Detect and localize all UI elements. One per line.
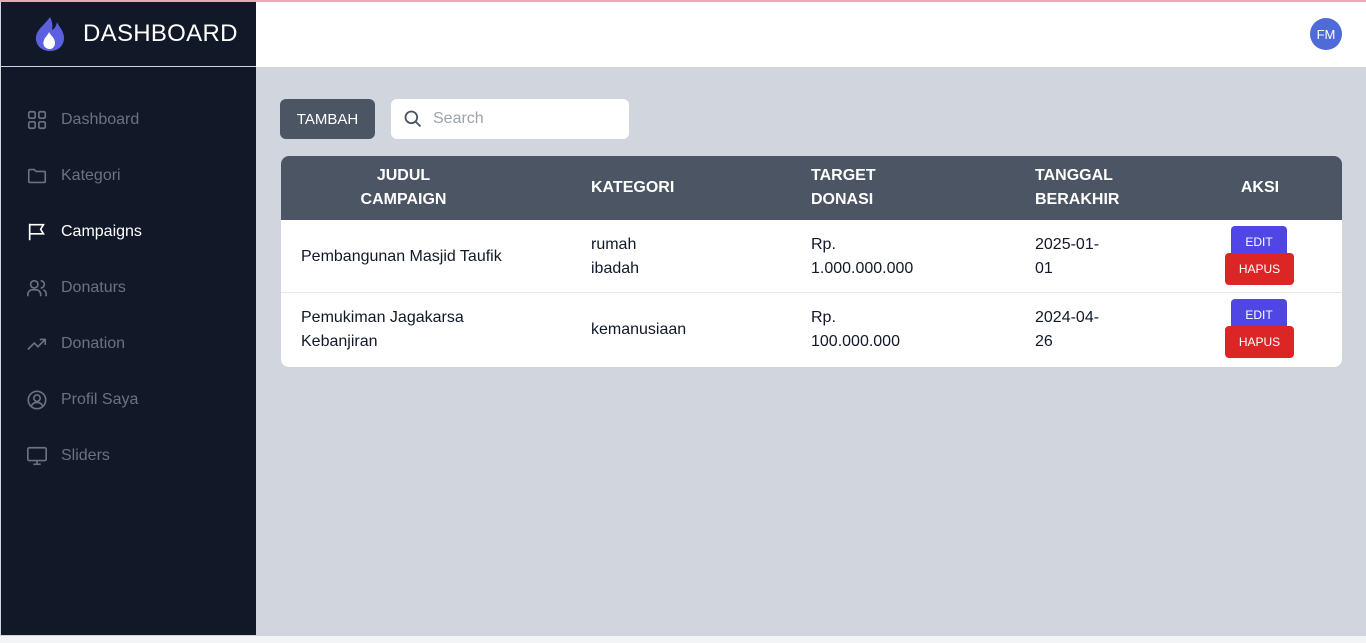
cell-kategori: rumah ibadah — [591, 220, 711, 293]
sidebar-item-donaturs[interactable]: Donaturs — [1, 260, 256, 316]
search-icon — [403, 109, 433, 129]
bottom-scrollbar[interactable] — [0, 635, 1366, 643]
header-text: CAMPAIGN — [360, 191, 447, 208]
sidebar-item-label: Kategori — [61, 167, 121, 184]
header-text: JUDUL — [376, 167, 431, 184]
search-box — [391, 99, 629, 139]
campaigns-table: JUDUL CAMPAIGN KATEGORI TARGET DONASI TANG… — [281, 156, 1342, 367]
cell-text: 01 — [1035, 259, 1053, 277]
header-text: DONASI — [811, 191, 874, 208]
users-icon — [26, 277, 48, 299]
cell-text: Rp. — [811, 308, 836, 326]
sidebar-nav: Dashboard Kategori Campaigns Donaturs Do… — [1, 92, 256, 484]
table-row: Pembangunan Masjid Taufik rumah ibadah Rp… — [281, 220, 1342, 293]
desktop-icon — [26, 445, 48, 467]
add-button[interactable]: TAMBAH — [280, 99, 375, 139]
sidebar-item-campaigns[interactable]: Campaigns — [1, 204, 256, 260]
header-text: KATEGORI — [591, 179, 675, 196]
sidebar-item-donation[interactable]: Donation — [1, 316, 256, 372]
table-header: JUDUL CAMPAIGN KATEGORI TARGET DONASI TANG… — [281, 156, 1342, 220]
header-judul-campaign: JUDUL CAMPAIGN — [301, 156, 506, 220]
cell-target: Rp. 1.000.000.000 — [811, 220, 941, 293]
cell-kategori: kemanusiaan — [591, 293, 711, 366]
sidebar-item-label: Sliders — [61, 447, 110, 464]
header-target-donasi: TARGET DONASI — [811, 156, 941, 220]
sidebar-item-label: Dashboard — [61, 111, 140, 128]
search-input[interactable] — [433, 110, 613, 128]
header-text: TARGET — [811, 167, 876, 184]
sidebar-item-sliders[interactable]: Sliders — [1, 428, 256, 484]
cell-text: Kebanjiran — [301, 332, 378, 350]
cell-judul: Pembangunan Masjid Taufik — [301, 220, 571, 293]
delete-button[interactable]: HAPUS — [1225, 253, 1294, 285]
cell-text: 26 — [1035, 332, 1053, 350]
header-text: BERAKHIR — [1035, 191, 1120, 208]
top-header: FM — [256, 2, 1366, 67]
delete-button[interactable]: HAPUS — [1225, 326, 1294, 358]
header-tanggal-berakhir: TANGGAL BERAKHIR — [1035, 156, 1119, 220]
header-text: AKSI — [1240, 179, 1280, 196]
flag-icon — [26, 221, 48, 243]
cell-text: rumah — [591, 235, 637, 253]
cell-tanggal: 2024-04- 26 — [1035, 293, 1115, 366]
sidebar-item-profil-saya[interactable]: Profil Saya — [1, 372, 256, 428]
row-actions: EDIT HAPUS — [1225, 298, 1295, 362]
cell-text: 1.000.000.000 — [811, 259, 914, 277]
sidebar: DASHBOARD Dashboard Kategori Campaigns D… — [1, 2, 256, 635]
avatar[interactable]: FM — [1310, 18, 1342, 50]
brand-title: DASHBOARD — [83, 20, 238, 47]
sidebar-item-label: Profil Saya — [61, 391, 139, 408]
header-aksi: AKSI — [1225, 156, 1295, 220]
sidebar-item-label: Donation — [61, 335, 126, 352]
cell-text: ibadah — [591, 259, 640, 277]
flame-icon — [33, 16, 67, 52]
row-actions: EDIT HAPUS — [1225, 225, 1295, 289]
cell-text: Pemukiman Jagakarsa — [301, 308, 464, 326]
cell-tanggal: 2025-01- 01 — [1035, 220, 1115, 293]
user-circle-icon — [26, 389, 48, 411]
sidebar-item-dashboard[interactable]: Dashboard — [1, 92, 256, 148]
cell-text: 100.000.000 — [811, 332, 900, 350]
sidebar-item-label: Campaigns — [61, 223, 142, 240]
sidebar-item-kategori[interactable]: Kategori — [1, 148, 256, 204]
cell-text: 2025-01- — [1035, 235, 1100, 253]
cell-target: Rp. 100.000.000 — [811, 293, 941, 366]
table-row: Pemukiman Jagakarsa Kebanjiran kemanusiaa… — [281, 293, 1342, 366]
header-kategori: KATEGORI — [591, 156, 711, 220]
cell-text: 2024-04- — [1035, 308, 1100, 326]
grid-icon — [26, 109, 48, 131]
cell-judul: Pemukiman Jagakarsa Kebanjiran — [301, 293, 571, 366]
trending-up-icon — [26, 333, 48, 355]
header-text: TANGGAL — [1035, 167, 1113, 184]
brand[interactable]: DASHBOARD — [1, 2, 256, 67]
cell-text: kemanusiaan — [591, 320, 687, 338]
cell-text: Pembangunan Masjid Taufik — [301, 247, 502, 265]
folder-icon — [26, 165, 48, 187]
cell-text: Rp. — [811, 235, 836, 253]
sidebar-item-label: Donaturs — [61, 279, 126, 296]
